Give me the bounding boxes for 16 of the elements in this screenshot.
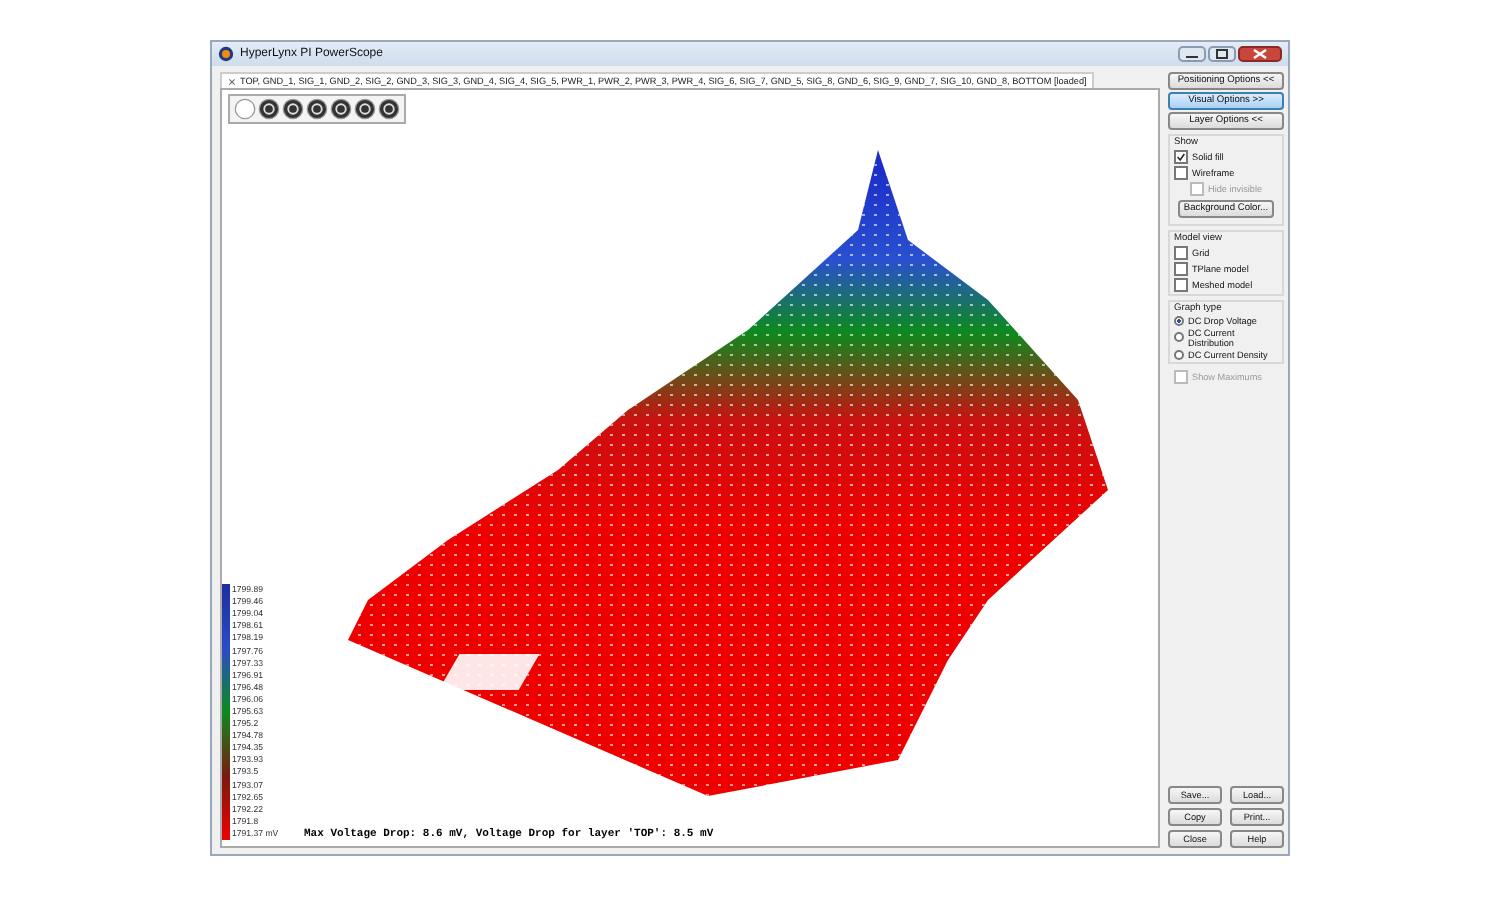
view-tool-icon[interactable] — [282, 98, 304, 120]
checkbox[interactable] — [1174, 245, 1188, 259]
minimize-icon[interactable] — [1178, 46, 1206, 62]
view-tool-icon[interactable] — [330, 98, 352, 120]
view-tool-icon[interactable] — [354, 98, 376, 120]
view-tool-icon[interactable] — [306, 98, 328, 120]
checkbox[interactable] — [1174, 149, 1188, 163]
checkbox[interactable] — [1174, 277, 1188, 291]
checkbox[interactable] — [1174, 165, 1188, 179]
view-tool-icon[interactable] — [378, 98, 400, 120]
close-icon[interactable] — [1238, 46, 1282, 62]
view-tool-icon[interactable] — [258, 98, 280, 120]
checkbox[interactable] — [1174, 261, 1188, 275]
app-logo-icon — [218, 46, 234, 62]
maximize-icon[interactable] — [1208, 46, 1236, 62]
close-tab-icon[interactable] — [228, 77, 236, 85]
